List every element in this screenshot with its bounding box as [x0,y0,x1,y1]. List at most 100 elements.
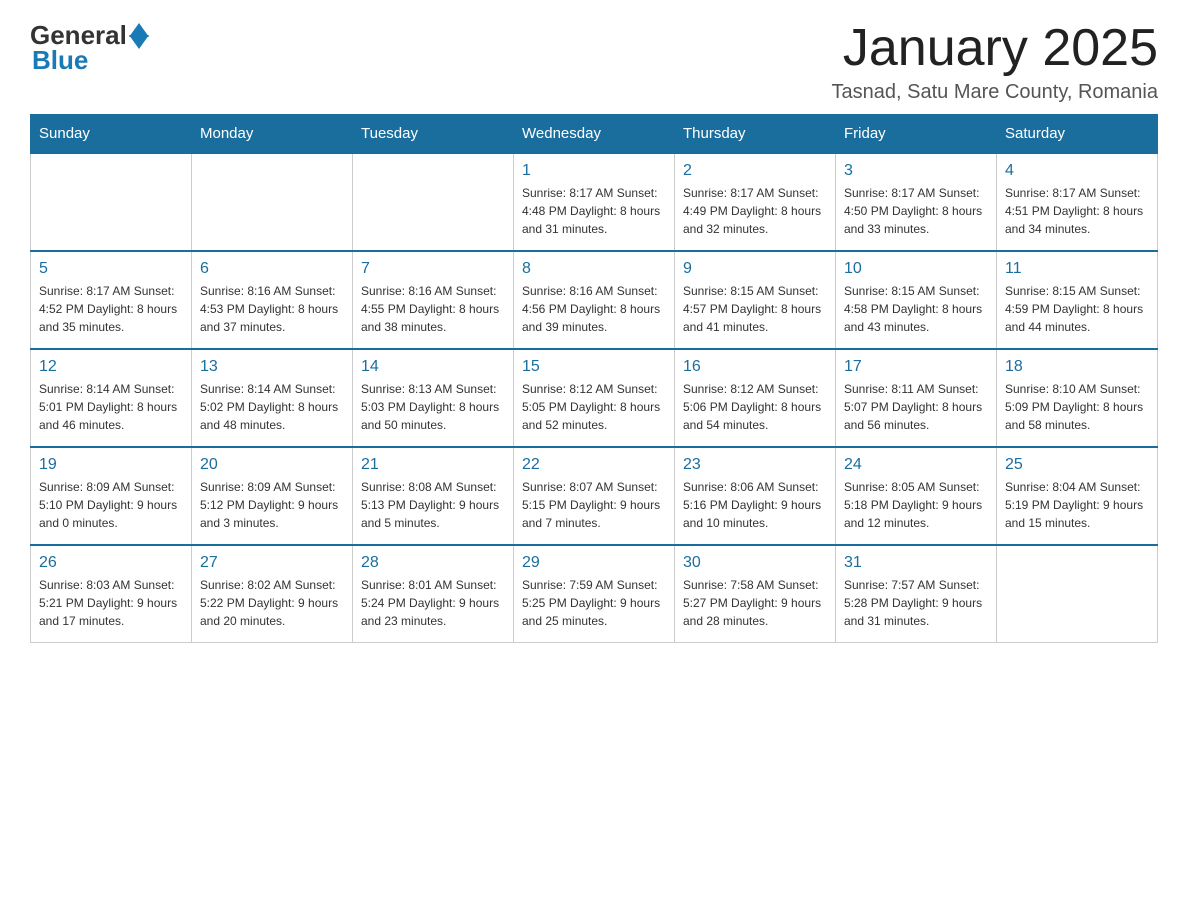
calendar-body: 1 Sunrise: 8:17 AM Sunset: 4:48 PM Daylig… [31,153,1158,643]
day-info: Sunrise: 8:01 AM Sunset: 5:24 PM Dayligh… [361,576,505,630]
day-info: Sunrise: 8:17 AM Sunset: 4:50 PM Dayligh… [844,184,988,238]
calendar-cell: 2 Sunrise: 8:17 AM Sunset: 4:49 PM Daylig… [675,153,836,251]
calendar-cell: 28 Sunrise: 8:01 AM Sunset: 5:24 PM Dayli… [353,545,514,643]
calendar-week-5: 26 Sunrise: 8:03 AM Sunset: 5:21 PM Dayli… [31,545,1158,643]
day-info: Sunrise: 7:59 AM Sunset: 5:25 PM Dayligh… [522,576,666,630]
calendar-week-3: 12 Sunrise: 8:14 AM Sunset: 5:01 PM Dayli… [31,349,1158,447]
calendar-cell: 14 Sunrise: 8:13 AM Sunset: 5:03 PM Dayli… [353,349,514,447]
day-info: Sunrise: 8:04 AM Sunset: 5:19 PM Dayligh… [1005,478,1149,532]
calendar-cell: 31Sunrise: 7:57 AM Sunset: 5:28 PM Dayli… [836,545,997,643]
calendar-cell: 8 Sunrise: 8:16 AM Sunset: 4:56 PM Daylig… [514,251,675,349]
day-number: 12 [39,358,183,376]
day-info: Sunrise: 8:17 AM Sunset: 4:49 PM Dayligh… [683,184,827,238]
day-info: Sunrise: 7:58 AM Sunset: 5:27 PM Dayligh… [683,576,827,630]
day-info: Sunrise: 8:07 AM Sunset: 5:15 PM Dayligh… [522,478,666,532]
day-number: 17 [844,358,988,376]
page-header: General Blue January 2025 Tasnad, Satu M… [30,20,1158,104]
calendar-cell: 17 Sunrise: 8:11 AM Sunset: 5:07 PM Dayli… [836,349,997,447]
day-number: 4 [1005,162,1149,180]
day-info: Sunrise: 8:12 AM Sunset: 5:06 PM Dayligh… [683,380,827,434]
calendar-week-2: 5Sunrise: 8:17 AM Sunset: 4:52 PM Daylig… [31,251,1158,349]
day-number: 3 [844,162,988,180]
day-number: 1 [522,162,666,180]
calendar-cell: 16 Sunrise: 8:12 AM Sunset: 5:06 PM Dayli… [675,349,836,447]
day-number: 6 [200,260,344,278]
day-info: Sunrise: 8:14 AM Sunset: 5:01 PM Dayligh… [39,380,183,434]
calendar-cell: 26 Sunrise: 8:03 AM Sunset: 5:21 PM Dayli… [31,545,192,643]
calendar-cell: 10Sunrise: 8:15 AM Sunset: 4:58 PM Dayli… [836,251,997,349]
calendar-cell: 27Sunrise: 8:02 AM Sunset: 5:22 PM Dayli… [192,545,353,643]
calendar-header-tuesday: Tuesday [353,115,514,154]
day-number: 7 [361,260,505,278]
day-info: Sunrise: 8:11 AM Sunset: 5:07 PM Dayligh… [844,380,988,434]
calendar-cell: 15 Sunrise: 8:12 AM Sunset: 5:05 PM Dayli… [514,349,675,447]
day-number: 24 [844,456,988,474]
day-number: 9 [683,260,827,278]
calendar-cell: 3 Sunrise: 8:17 AM Sunset: 4:50 PM Daylig… [836,153,997,251]
calendar-cell: 13 Sunrise: 8:14 AM Sunset: 5:02 PM Dayli… [192,349,353,447]
calendar-header-saturday: Saturday [997,115,1158,154]
month-title: January 2025 [832,20,1158,77]
calendar-cell: 19 Sunrise: 8:09 AM Sunset: 5:10 PM Dayli… [31,447,192,545]
day-number: 21 [361,456,505,474]
day-info: Sunrise: 8:17 AM Sunset: 4:48 PM Dayligh… [522,184,666,238]
day-number: 27 [200,554,344,572]
day-info: Sunrise: 7:57 AM Sunset: 5:28 PM Dayligh… [844,576,988,630]
calendar-cell: 30 Sunrise: 7:58 AM Sunset: 5:27 PM Dayli… [675,545,836,643]
calendar-cell: 29 Sunrise: 7:59 AM Sunset: 5:25 PM Dayli… [514,545,675,643]
day-number: 29 [522,554,666,572]
day-number: 22 [522,456,666,474]
calendar-week-1: 1 Sunrise: 8:17 AM Sunset: 4:48 PM Daylig… [31,153,1158,251]
day-number: 28 [361,554,505,572]
day-info: Sunrise: 8:15 AM Sunset: 4:57 PM Dayligh… [683,282,827,336]
day-info: Sunrise: 8:13 AM Sunset: 5:03 PM Dayligh… [361,380,505,434]
day-number: 26 [39,554,183,572]
calendar-cell: 20 Sunrise: 8:09 AM Sunset: 5:12 PM Dayli… [192,447,353,545]
calendar-cell [31,153,192,251]
day-info: Sunrise: 8:16 AM Sunset: 4:56 PM Dayligh… [522,282,666,336]
day-info: Sunrise: 8:17 AM Sunset: 4:51 PM Dayligh… [1005,184,1149,238]
calendar-cell: 21 Sunrise: 8:08 AM Sunset: 5:13 PM Dayli… [353,447,514,545]
day-info: Sunrise: 8:09 AM Sunset: 5:12 PM Dayligh… [200,478,344,532]
calendar-cell: 1 Sunrise: 8:17 AM Sunset: 4:48 PM Daylig… [514,153,675,251]
calendar-header-thursday: Thursday [675,115,836,154]
day-number: 10 [844,260,988,278]
day-info: Sunrise: 8:06 AM Sunset: 5:16 PM Dayligh… [683,478,827,532]
calendar-cell: 23Sunrise: 8:06 AM Sunset: 5:16 PM Dayli… [675,447,836,545]
day-info: Sunrise: 8:03 AM Sunset: 5:21 PM Dayligh… [39,576,183,630]
calendar-week-4: 19 Sunrise: 8:09 AM Sunset: 5:10 PM Dayli… [31,447,1158,545]
day-number: 18 [1005,358,1149,376]
day-number: 13 [200,358,344,376]
calendar-header-row: SundayMondayTuesdayWednesdayThursdayFrid… [31,115,1158,154]
calendar-header-sunday: Sunday [31,115,192,154]
day-info: Sunrise: 8:17 AM Sunset: 4:52 PM Dayligh… [39,282,183,336]
calendar-table: SundayMondayTuesdayWednesdayThursdayFrid… [30,114,1158,643]
calendar-cell [353,153,514,251]
day-number: 2 [683,162,827,180]
calendar-cell [192,153,353,251]
calendar-cell: 22 Sunrise: 8:07 AM Sunset: 5:15 PM Dayli… [514,447,675,545]
day-number: 16 [683,358,827,376]
day-info: Sunrise: 8:09 AM Sunset: 5:10 PM Dayligh… [39,478,183,532]
day-number: 20 [200,456,344,474]
location: Tasnad, Satu Mare County, Romania [832,81,1158,104]
day-number: 15 [522,358,666,376]
calendar-header-wednesday: Wednesday [514,115,675,154]
day-info: Sunrise: 8:15 AM Sunset: 4:59 PM Dayligh… [1005,282,1149,336]
day-number: 30 [683,554,827,572]
day-info: Sunrise: 8:05 AM Sunset: 5:18 PM Dayligh… [844,478,988,532]
day-number: 19 [39,456,183,474]
logo: General Blue [30,20,149,76]
calendar-cell [997,545,1158,643]
day-number: 14 [361,358,505,376]
day-number: 8 [522,260,666,278]
calendar-cell: 6Sunrise: 8:16 AM Sunset: 4:53 PM Daylig… [192,251,353,349]
day-info: Sunrise: 8:14 AM Sunset: 5:02 PM Dayligh… [200,380,344,434]
day-info: Sunrise: 8:12 AM Sunset: 5:05 PM Dayligh… [522,380,666,434]
calendar-cell: 5Sunrise: 8:17 AM Sunset: 4:52 PM Daylig… [31,251,192,349]
calendar-header-friday: Friday [836,115,997,154]
calendar-cell: 4 Sunrise: 8:17 AM Sunset: 4:51 PM Daylig… [997,153,1158,251]
day-info: Sunrise: 8:08 AM Sunset: 5:13 PM Dayligh… [361,478,505,532]
calendar-cell: 12 Sunrise: 8:14 AM Sunset: 5:01 PM Dayli… [31,349,192,447]
day-info: Sunrise: 8:10 AM Sunset: 5:09 PM Dayligh… [1005,380,1149,434]
